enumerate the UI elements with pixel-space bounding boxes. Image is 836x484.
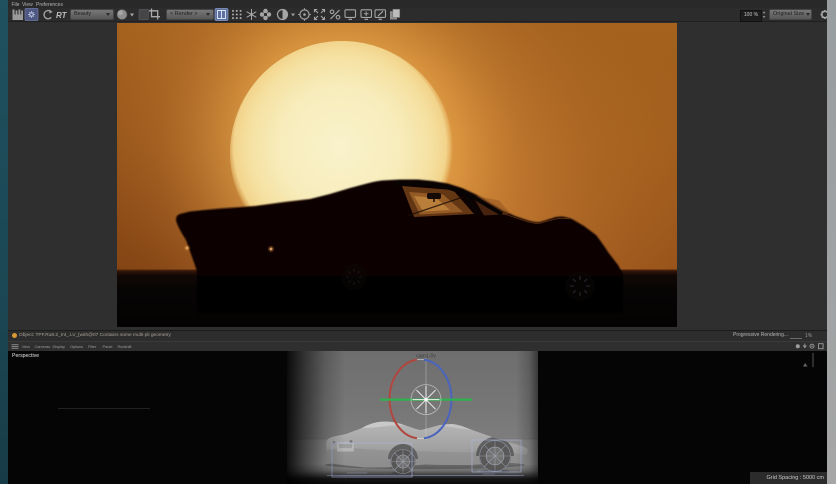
svg-text:cam1-0v: cam1-0v: [416, 354, 436, 360]
svg-text:RT: RT: [56, 11, 68, 20]
